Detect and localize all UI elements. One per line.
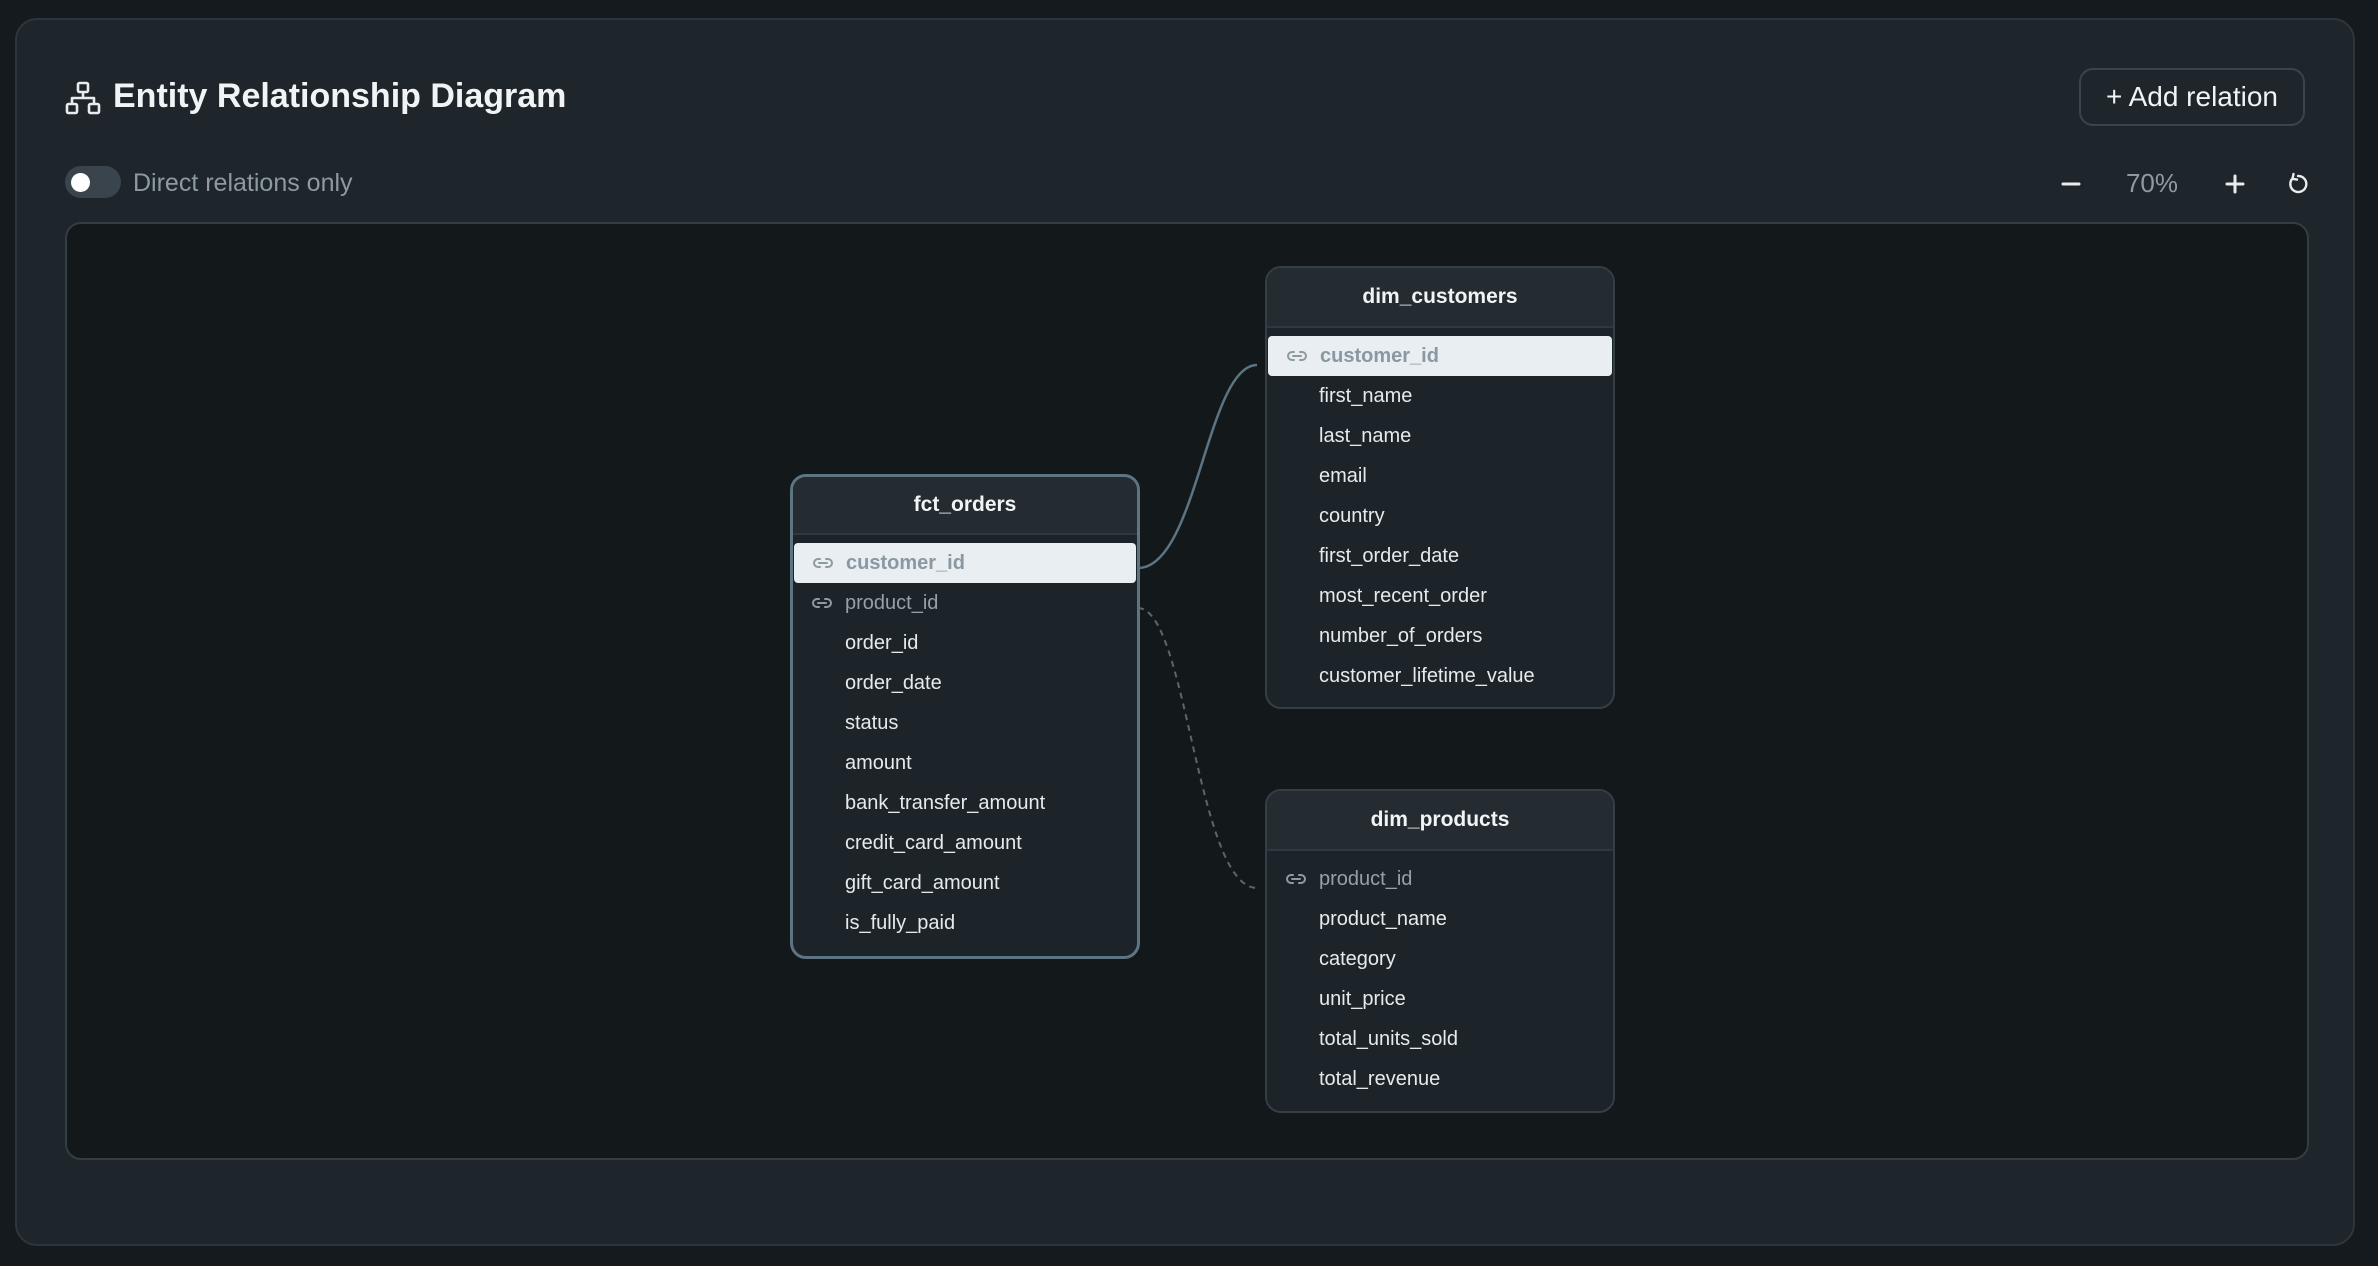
link-icon: [1286, 874, 1306, 884]
column-row[interactable]: customer_id: [794, 543, 1136, 583]
column-row[interactable]: product_id: [1267, 859, 1613, 899]
minus-icon: [2061, 182, 2081, 186]
column-row[interactable]: customer_id: [1268, 336, 1612, 376]
zoom-in-button[interactable]: [2217, 166, 2253, 202]
table-card-dim-customers[interactable]: dim_customers customer_id first_name last_…: [1265, 266, 1615, 709]
column-row[interactable]: order_date: [793, 663, 1137, 703]
column-name: total_revenue: [1319, 1067, 1441, 1090]
column-name: amount: [845, 751, 912, 774]
column-row[interactable]: product_name: [1267, 899, 1613, 939]
table-card-fct-orders[interactable]: fct_orders customer_id product_id order_id…: [790, 474, 1140, 959]
column-name: is_fully_paid: [845, 911, 956, 934]
column-row[interactable]: customer_lifetime_value: [1267, 656, 1613, 696]
column-name: category: [1319, 947, 1396, 970]
table-name: fct_orders: [793, 477, 1137, 535]
column-name: gift_card_amount: [845, 871, 1000, 894]
column-row[interactable]: bank_transfer_amount: [793, 783, 1137, 823]
zoom-level: 70%: [2125, 168, 2179, 198]
column-row[interactable]: email: [1267, 456, 1613, 496]
direct-relations-toggle[interactable]: [65, 166, 121, 198]
column-row[interactable]: first_name: [1267, 376, 1613, 416]
column-name: order_date: [845, 671, 942, 694]
column-name: customer_lifetime_value: [1319, 664, 1535, 687]
column-name: product_id: [845, 591, 939, 614]
relation-edge-customer[interactable]: [1137, 363, 1258, 570]
page-title: Entity Relationship Diagram: [113, 77, 567, 115]
column-row[interactable]: total_units_sold: [1267, 1019, 1613, 1059]
column-row[interactable]: status: [793, 703, 1137, 743]
link-icon: [813, 558, 833, 568]
column-name: unit_price: [1319, 987, 1406, 1010]
erd-panel: Entity Relationship Diagram + Add relati…: [15, 18, 2355, 1246]
column-row[interactable]: unit_price: [1267, 979, 1613, 1019]
add-relation-button[interactable]: + Add relation: [2079, 68, 2305, 126]
column-name: status: [845, 711, 899, 734]
column-name: product_id: [1319, 867, 1413, 890]
column-name: bank_transfer_amount: [845, 791, 1046, 814]
column-name: country: [1319, 504, 1385, 527]
plus-icon: [2225, 174, 2245, 194]
column-row[interactable]: most_recent_order: [1267, 576, 1613, 616]
diagram-canvas[interactable]: fct_orders customer_id product_id order_id…: [65, 222, 2309, 1160]
relation-edges: [1137, 363, 1258, 889]
reset-zoom-button[interactable]: [2280, 166, 2316, 202]
column-row[interactable]: last_name: [1267, 416, 1613, 456]
column-name: customer_id: [846, 551, 965, 574]
table-name: dim_products: [1267, 791, 1613, 851]
link-icon: [1287, 351, 1307, 361]
column-name: order_id: [845, 631, 919, 654]
direct-relations-label: Direct relations only: [133, 169, 353, 197]
column-row[interactable]: is_fully_paid: [793, 903, 1137, 943]
column-name: credit_card_amount: [845, 831, 1022, 854]
column-row[interactable]: number_of_orders: [1267, 616, 1613, 656]
column-name: email: [1319, 464, 1367, 487]
relation-edge-product[interactable]: [1137, 607, 1258, 889]
column-row[interactable]: first_order_date: [1267, 536, 1613, 576]
column-name: last_name: [1319, 424, 1412, 447]
reset-icon: [2289, 172, 2308, 194]
column-name: customer_id: [1320, 344, 1439, 367]
column-row[interactable]: product_id: [793, 583, 1137, 623]
column-list: product_id product_name category unit_price…: [1267, 851, 1613, 1099]
column-row[interactable]: amount: [793, 743, 1137, 783]
link-icon: [812, 598, 832, 608]
column-row[interactable]: category: [1267, 939, 1613, 979]
table-card-dim-products[interactable]: dim_products product_id product_namecateg…: [1265, 789, 1615, 1113]
table-name: dim_customers: [1267, 268, 1613, 328]
column-row[interactable]: credit_card_amount: [793, 823, 1137, 863]
column-row[interactable]: order_id: [793, 623, 1137, 663]
column-name: first_order_date: [1319, 544, 1460, 567]
column-row[interactable]: country: [1267, 496, 1613, 536]
column-name: number_of_orders: [1319, 624, 1483, 647]
column-name: product_name: [1319, 907, 1447, 930]
column-row[interactable]: total_revenue: [1267, 1059, 1613, 1099]
column-name: first_name: [1319, 384, 1413, 407]
column-list: customer_id first_name last_nameemail count…: [1267, 328, 1613, 696]
column-name: most_recent_order: [1319, 584, 1487, 607]
zoom-out-button[interactable]: [2053, 166, 2089, 202]
toggle-knob: [71, 173, 90, 192]
column-row[interactable]: gift_card_amount: [793, 863, 1137, 903]
column-list: customer_id product_id order_id order_dates…: [793, 535, 1137, 943]
column-name: total_units_sold: [1319, 1027, 1458, 1050]
hierarchy-icon: [65, 81, 101, 115]
